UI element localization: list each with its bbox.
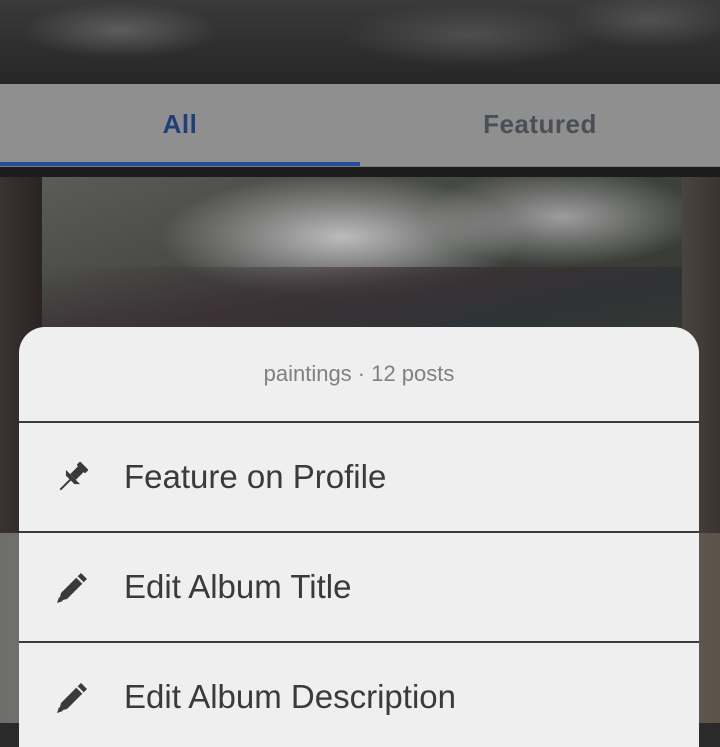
action-item-label: Edit Album Title [124,568,352,605]
album-action-sheet: paintings · 12 posts Feature on Profile … [19,327,699,747]
tab-featured[interactable]: Featured [360,84,720,164]
feature-on-profile-button[interactable]: Feature on Profile [19,423,699,533]
tab-all[interactable]: All [0,84,360,164]
pin-icon [59,461,89,491]
action-item-label: Feature on Profile [124,458,387,495]
action-sheet-header: paintings · 12 posts [19,327,699,423]
tab-bar: All Featured [0,84,720,167]
edit-album-description-button[interactable]: Edit Album Description [19,643,699,747]
edit-album-title-button[interactable]: Edit Album Title [19,533,699,643]
pencil-icon [57,573,87,603]
tab-active-indicator [0,162,360,166]
action-item-label: Edit Album Description [124,678,456,715]
pencil-icon [57,683,87,713]
blurred-header [0,0,720,84]
